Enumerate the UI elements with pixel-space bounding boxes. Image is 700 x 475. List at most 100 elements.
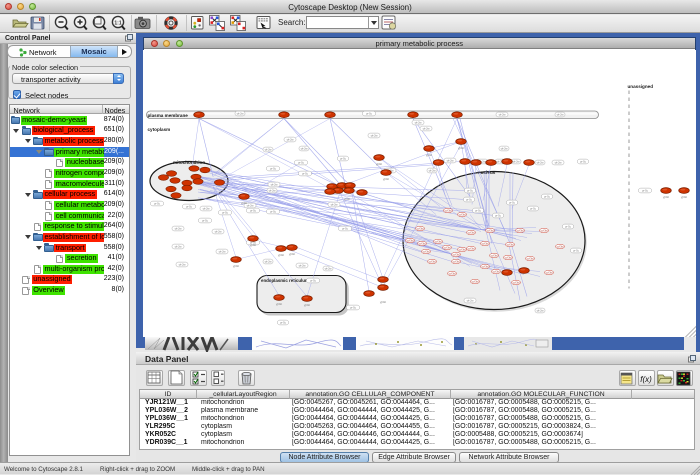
svg-text:pr-5c: pr-5c	[642, 188, 649, 192]
svg-text:yd-3w: yd-3w	[453, 259, 461, 263]
svg-text:yd-3w: yd-3w	[546, 270, 554, 274]
svg-text:yd-3w: yd-3w	[557, 244, 565, 248]
svg-text:yjr0c: yjr0c	[458, 146, 465, 150]
svg-text:yd-3w: yd-3w	[453, 252, 461, 256]
svg-text:yd-3w: yd-3w	[417, 226, 425, 230]
svg-text:yk-2w: yk-2w	[203, 206, 211, 210]
svg-text:pr-5c: pr-5c	[509, 200, 516, 204]
svg-text:yk-2w: yk-2w	[423, 126, 431, 130]
svg-text:yjr0c: yjr0c	[426, 153, 433, 157]
svg-text:yk-2w: yk-2w	[265, 147, 273, 151]
svg-text:yjr0c: yjr0c	[233, 264, 240, 268]
svg-text:yk-2w: yk-2w	[537, 160, 545, 164]
svg-text:yd-3w: yd-3w	[435, 239, 443, 243]
svg-text:yjr0c: yjr0c	[289, 252, 296, 256]
svg-text:yd-3w: yd-3w	[505, 255, 513, 259]
svg-text:yd-3w: yd-3w	[491, 253, 499, 257]
svg-text:yk-2w: yk-2w	[501, 146, 509, 150]
svg-text:pr-5c: pr-5c	[342, 226, 349, 230]
svg-text:yd-3w: yd-3w	[507, 242, 515, 246]
svg-text:yd-3w: yd-3w	[459, 247, 467, 251]
svg-text:pr-5c: pr-5c	[573, 248, 580, 252]
svg-text:pr-5c: pr-5c	[222, 210, 229, 214]
svg-text:plasma membrane: plasma membrane	[148, 112, 189, 117]
svg-text:pr-5c: pr-5c	[366, 111, 373, 115]
svg-text:yk-2w: yk-2w	[179, 262, 187, 266]
svg-text:yjr0c: yjr0c	[250, 243, 257, 247]
svg-text:yd-3w: yd-3w	[513, 280, 521, 284]
svg-text:yjr0c: yjr0c	[663, 195, 670, 199]
svg-text:yd-3w: yd-3w	[493, 269, 501, 273]
svg-text:yd-3w: yd-3w	[407, 238, 415, 242]
svg-text:yk-2w: yk-2w	[331, 202, 339, 206]
svg-text:yd-3w: yd-3w	[482, 264, 490, 268]
svg-text:yk-2w: yk-2w	[237, 111, 245, 115]
svg-text:yd-3w: yd-3w	[487, 228, 495, 232]
svg-text:yk-2w: yk-2w	[175, 226, 183, 230]
svg-text:yk-2w: yk-2w	[513, 159, 521, 163]
svg-text:1:1: 1:1	[114, 21, 121, 27]
svg-text:yk-2w: yk-2w	[215, 229, 223, 233]
svg-text:unassigned: unassigned	[628, 84, 654, 89]
svg-text:pr-5c: pr-5c	[270, 209, 277, 213]
svg-text:pr-5c: pr-5c	[580, 159, 587, 163]
svg-text:pr-5c: pr-5c	[495, 213, 502, 217]
svg-text:pr-5c: pr-5c	[154, 201, 161, 205]
svg-text:pr-5c: pr-5c	[298, 160, 305, 164]
svg-text:yd-3w: yd-3w	[541, 228, 549, 232]
svg-text:pr-5c: pr-5c	[310, 278, 317, 282]
svg-text:pr-5c: pr-5c	[350, 305, 357, 309]
svg-text:yd-3w: yd-3w	[472, 279, 480, 283]
svg-text:yd-3w: yd-3w	[468, 246, 476, 250]
svg-text:pr-5c: pr-5c	[544, 194, 551, 198]
svg-text:yk-2w: yk-2w	[247, 203, 255, 207]
svg-text:cytoplasm: cytoplasm	[148, 127, 171, 132]
svg-text:yk-2w: yk-2w	[467, 298, 475, 302]
svg-text:yjr0c: yjr0c	[681, 195, 688, 199]
svg-text:pr-5c: pr-5c	[340, 156, 347, 160]
svg-text:yd-3w: yd-3w	[445, 208, 453, 212]
svg-text:yk-2w: yk-2w	[429, 168, 437, 172]
svg-text:yd-3w: yd-3w	[449, 271, 457, 275]
svg-text:yjr0c: yjr0c	[344, 197, 351, 201]
svg-text:f(x): f(x)	[640, 375, 652, 384]
svg-text:yk-2w: yk-2w	[299, 263, 307, 267]
svg-text:pr-5c: pr-5c	[202, 218, 209, 222]
svg-text:yd-3w: yd-3w	[444, 245, 452, 249]
svg-text:yk-2w: yk-2w	[325, 266, 333, 270]
svg-text:yd-3w: yd-3w	[429, 259, 437, 263]
svg-text:yk-2w: yk-2w	[265, 259, 273, 263]
svg-text:yk-2w: yk-2w	[537, 308, 545, 312]
svg-text:endoplasmic reticulum: endoplasmic reticulum	[261, 278, 309, 283]
svg-text:yd-3w: yd-3w	[482, 241, 490, 245]
svg-text:pr-5c: pr-5c	[250, 208, 257, 212]
svg-text:pr-5c: pr-5c	[302, 171, 309, 175]
svg-text:yd-3w: yd-3w	[423, 249, 431, 253]
svg-text:pr-5c: pr-5c	[467, 188, 474, 192]
svg-text:yk-2w: yk-2w	[219, 249, 227, 253]
svg-text:yk-2w: yk-2w	[371, 133, 379, 137]
svg-text:mitochondrion: mitochondrion	[173, 160, 205, 165]
svg-text:pr-5c: pr-5c	[466, 197, 473, 201]
svg-text:yk-2w: yk-2w	[557, 112, 565, 116]
svg-text:yk-2w: yk-2w	[301, 146, 309, 150]
svg-text:yk-2w: yk-2w	[415, 120, 423, 124]
svg-text:yk-2w: yk-2w	[499, 112, 507, 116]
svg-text:pr-5c: pr-5c	[475, 208, 482, 212]
svg-text:yjr0c: yjr0c	[380, 300, 387, 304]
svg-text:yjr0c: yjr0c	[241, 201, 248, 205]
svg-text:yk-2w: yk-2w	[271, 182, 279, 186]
svg-text:yk-2w: yk-2w	[555, 160, 563, 164]
svg-text:pr-5c: pr-5c	[565, 224, 572, 228]
svg-text:yd-3w: yd-3w	[468, 230, 476, 234]
svg-text:yd-3w: yd-3w	[527, 256, 535, 260]
svg-text:yd-3w: yd-3w	[517, 228, 525, 232]
svg-text:pr-5c: pr-5c	[530, 206, 537, 210]
svg-text:pr-5c: pr-5c	[270, 166, 277, 170]
svg-text:yjr0c: yjr0c	[276, 302, 283, 306]
svg-text:yk-2w: yk-2w	[447, 158, 455, 162]
svg-text:yd-3w: yd-3w	[419, 241, 427, 245]
svg-text:yjr0c: yjr0c	[376, 162, 383, 166]
svg-text:yjr0c: yjr0c	[278, 253, 285, 257]
svg-text:yk-2w: yk-2w	[287, 137, 295, 141]
